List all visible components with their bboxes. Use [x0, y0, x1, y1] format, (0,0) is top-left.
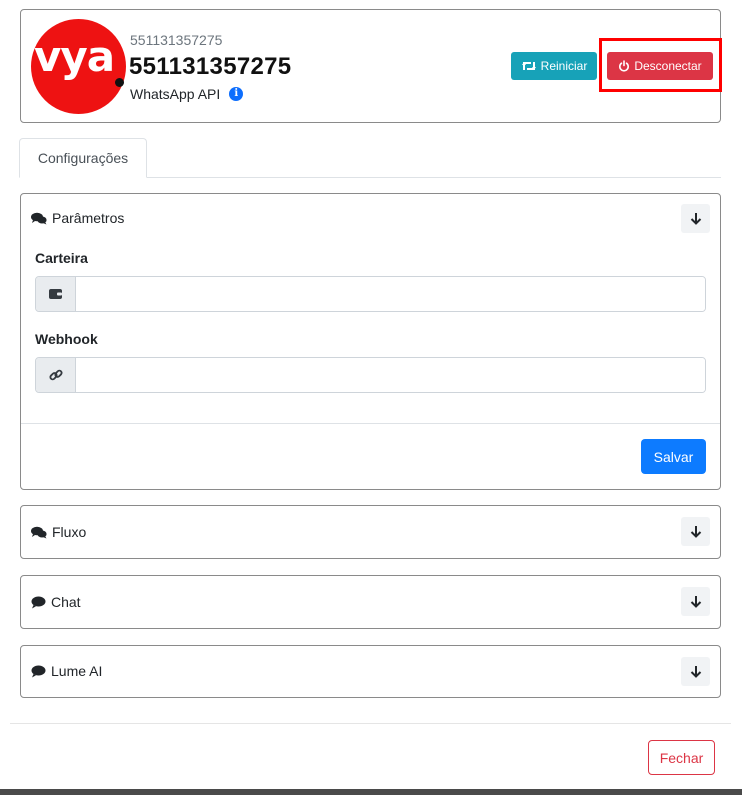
logo-text: vya [34, 32, 115, 81]
section-chat-toggle[interactable] [681, 587, 710, 616]
webhook-label: Webhook [35, 331, 98, 347]
carteira-input-group [35, 276, 706, 312]
connection-modal: vya 551131357275 551131357275 WhatsApp A… [0, 0, 742, 789]
section-chat-title: Chat [51, 594, 81, 610]
arrow-down-icon [690, 665, 702, 678]
section-parametros: Parâmetros Carteira Webhook Salvar [20, 193, 721, 490]
wallet-icon [36, 277, 76, 311]
section-chat-title-wrap: Chat [31, 594, 81, 610]
section-parametros-toggle[interactable] [681, 204, 710, 233]
close-button[interactable]: Fechar [648, 740, 715, 775]
section-lume-title: Lume AI [51, 663, 103, 679]
logo-dot [115, 78, 124, 87]
comments-icon [31, 526, 47, 539]
company-logo: vya [31, 19, 126, 114]
section-fluxo-title-wrap: Fluxo [31, 524, 86, 540]
restart-button[interactable]: Reiniciar [511, 52, 597, 80]
link-icon [36, 358, 76, 392]
arrow-down-icon [690, 525, 702, 538]
restart-label: Reiniciar [540, 59, 588, 73]
tab-configuracoes[interactable]: Configurações [19, 138, 147, 178]
comment-icon [31, 665, 46, 678]
webhook-input[interactable] [76, 358, 705, 392]
section-parametros-title: Parâmetros [52, 210, 125, 226]
section-chat[interactable]: Chat [20, 575, 721, 629]
api-type-line: WhatsApp API i [130, 86, 244, 102]
connection-header-card: vya 551131357275 551131357275 WhatsApp A… [20, 9, 722, 123]
section-fluxo[interactable]: Fluxo [20, 505, 721, 559]
carteira-label: Carteira [35, 250, 88, 266]
webhook-input-group [35, 357, 706, 393]
section-fluxo-title: Fluxo [52, 524, 87, 540]
retweet-icon [521, 60, 537, 72]
section-lume-toggle[interactable] [681, 657, 710, 686]
comments-icon [31, 212, 47, 225]
disconnect-label: Desconectar [634, 59, 702, 73]
api-type-label: WhatsApp API [130, 86, 221, 102]
section-fluxo-toggle[interactable] [681, 517, 710, 546]
carteira-input[interactable] [76, 277, 705, 311]
section-parametros-header[interactable]: Parâmetros [21, 194, 720, 244]
arrow-down-icon [690, 212, 702, 225]
modal-footer-divider [10, 723, 731, 724]
save-button[interactable]: Salvar [641, 439, 706, 474]
section-parametros-footer-divider [21, 423, 720, 424]
comment-icon [31, 596, 46, 609]
bottom-edge-bar [0, 789, 742, 795]
disconnect-button[interactable]: Desconectar [607, 52, 713, 80]
section-lume-ai[interactable]: Lume AI [20, 645, 721, 698]
power-icon [618, 60, 630, 72]
section-lume-title-wrap: Lume AI [31, 663, 102, 679]
info-circle-icon[interactable]: i [229, 87, 244, 101]
arrow-down-icon [690, 595, 702, 608]
phone-number-title: 551131357275 [129, 53, 292, 80]
section-parametros-title-wrap: Parâmetros [31, 210, 124, 226]
phone-number-subtitle: 551131357275 [130, 32, 223, 48]
